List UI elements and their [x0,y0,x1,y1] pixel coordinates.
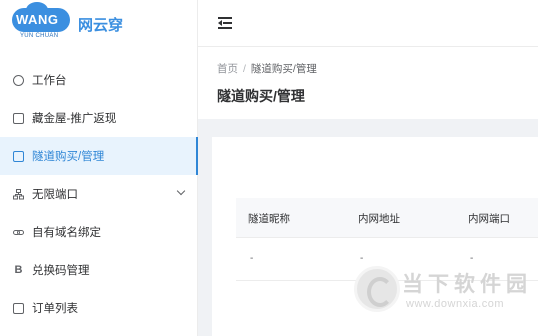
sidebar: WANG YUN CHUAN 网云穿 工作台 藏金屋-推广返现 隧道购买/管理 … [0,0,198,336]
sidebar-item-unlimited-port[interactable]: 无限端口 [0,175,198,213]
sidebar-item-domain-binding[interactable]: 自有域名绑定 [0,213,198,251]
breadcrumb-home[interactable]: 首页 [217,63,238,75]
bold-b-icon: B [14,264,23,276]
sidebar-menu: 工作台 藏金屋-推广返现 隧道购买/管理 无限端口 自有域名绑定 B 兑换码管理 [0,61,198,327]
menu-fold-icon[interactable] [218,17,232,29]
column-header-tunnel-name: 隧道昵称 [248,213,290,225]
sidebar-item-label: 兑换码管理 [32,265,90,277]
sidebar-item-label: 自有域名绑定 [32,227,101,239]
column-header-internal-address: 内网地址 [358,213,400,225]
watermark: 当下软件园 www.downxia.com [352,262,538,322]
logo-text: WANG [16,12,59,27]
top-header [198,0,538,47]
table-header: 隧道昵称 内网地址 内网端口 [236,198,538,238]
link-icon [13,227,24,238]
sidebar-item-label: 藏金屋-推广返现 [32,113,117,125]
watermark-logo-icon [354,266,400,312]
chevron-down-icon[interactable] [176,186,186,196]
logo-subtext: YUN CHUAN [20,33,59,39]
sidebar-item-label: 订单列表 [32,303,78,315]
sidebar-item-orders[interactable]: 订单列表 [0,289,198,327]
brand-name[interactable]: 网云穿 [78,14,123,35]
sidebar-item-label: 隧道购买/管理 [32,151,105,163]
sidebar-item-label: 工作台 [32,75,67,87]
sidebar-item-redeem-code[interactable]: B 兑换码管理 [0,251,198,289]
dashboard-icon [13,74,24,86]
cell-tunnel-name: - [250,253,254,264]
watermark-title: 当下软件园 [402,273,532,296]
tunnel-icon [13,150,24,162]
breadcrumb-current: 隧道购买/管理 [250,63,317,75]
breadcrumb: 首页 / 隧道购买/管理 [217,61,317,76]
column-header-internal-port: 内网端口 [468,213,510,225]
order-icon [13,302,24,314]
sidebar-item-tunnel[interactable]: 隧道购买/管理 [0,137,198,175]
sidebar-item-referral[interactable]: 藏金屋-推广返现 [0,99,198,137]
page-title: 隧道购买/管理 [217,88,305,104]
gift-icon [13,112,24,124]
brand-logo[interactable]: WANG YUN CHUAN [12,2,72,42]
sidebar-item-label: 无限端口 [32,189,78,201]
sidebar-item-dashboard[interactable]: 工作台 [0,61,198,99]
breadcrumb-separator: / [243,63,246,75]
watermark-url: www.downxia.com [406,298,504,310]
network-icon [13,188,24,200]
